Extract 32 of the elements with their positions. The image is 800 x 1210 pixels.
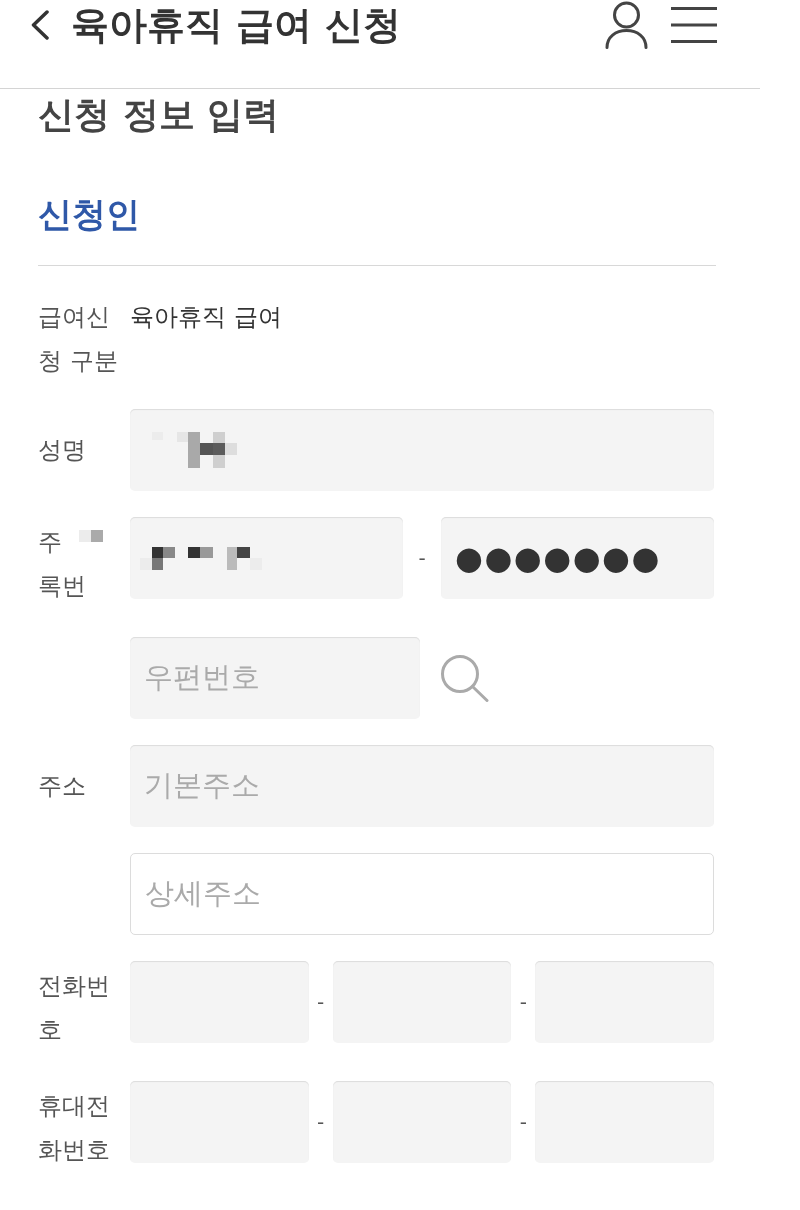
separator-dash: - (418, 546, 426, 570)
input-field[interactable] (332, 961, 512, 1043)
search-icon[interactable] (440, 654, 489, 702)
field-label: 급여신청 구분 (38, 302, 119, 377)
field-label: 휴대전화번호 (38, 1091, 111, 1166)
menu-icon[interactable] (671, 7, 717, 43)
input-field[interactable] (130, 409, 714, 491)
input-field[interactable]: ●●●●●●● (441, 517, 714, 599)
field-label: 록번 (38, 571, 86, 602)
input-field[interactable] (535, 961, 714, 1043)
input-field[interactable] (130, 1081, 309, 1163)
field-label: 성명 (38, 435, 87, 466)
field-label: 주 (38, 527, 62, 558)
separator-dash: - (317, 990, 325, 1014)
input-field[interactable] (130, 961, 309, 1043)
field-value: 육아휴직 급여 (130, 302, 282, 333)
group-title: 신청인 (38, 194, 140, 234)
section-title: 신청 정보 입력 (38, 95, 280, 135)
separator-dash: - (317, 1110, 325, 1134)
back-icon[interactable] (30, 10, 50, 40)
separator-dash: - (519, 1110, 527, 1134)
input-field[interactable]: 상세주소 (130, 853, 714, 935)
input-field[interactable]: 우편번호 (130, 637, 420, 719)
input-field[interactable]: 기본주소 (130, 745, 714, 827)
input-field[interactable] (130, 517, 403, 599)
field-label: 주소 (38, 771, 87, 802)
input-field[interactable] (332, 1081, 512, 1163)
field-label: 전화번호 (38, 971, 111, 1046)
input-field[interactable] (535, 1081, 714, 1163)
page-title: 육아휴직 급여 신청 (71, 2, 402, 49)
separator-dash: - (519, 990, 527, 1014)
person-icon[interactable] (605, 1, 648, 49)
